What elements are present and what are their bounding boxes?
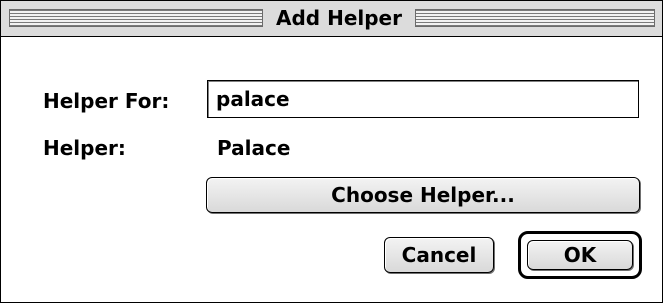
choose-helper-button[interactable]: Choose Helper...	[206, 177, 640, 213]
helper-label: Helper:	[43, 136, 126, 160]
title-bar[interactable]: Add Helper	[1, 1, 662, 37]
default-button-ring: OK	[518, 231, 642, 279]
helper-for-label: Helper For:	[43, 89, 170, 113]
title-bar-stripes-left	[9, 9, 263, 27]
title-bar-stripes-right	[415, 9, 655, 27]
ok-button[interactable]: OK	[527, 240, 633, 270]
add-helper-dialog: Add Helper Helper For: palace Helper: Pa…	[0, 0, 663, 303]
helper-value: Palace	[217, 136, 291, 160]
window-title: Add Helper	[263, 7, 415, 29]
cancel-button[interactable]: Cancel	[384, 237, 494, 273]
helper-for-input[interactable]: palace	[207, 80, 639, 118]
